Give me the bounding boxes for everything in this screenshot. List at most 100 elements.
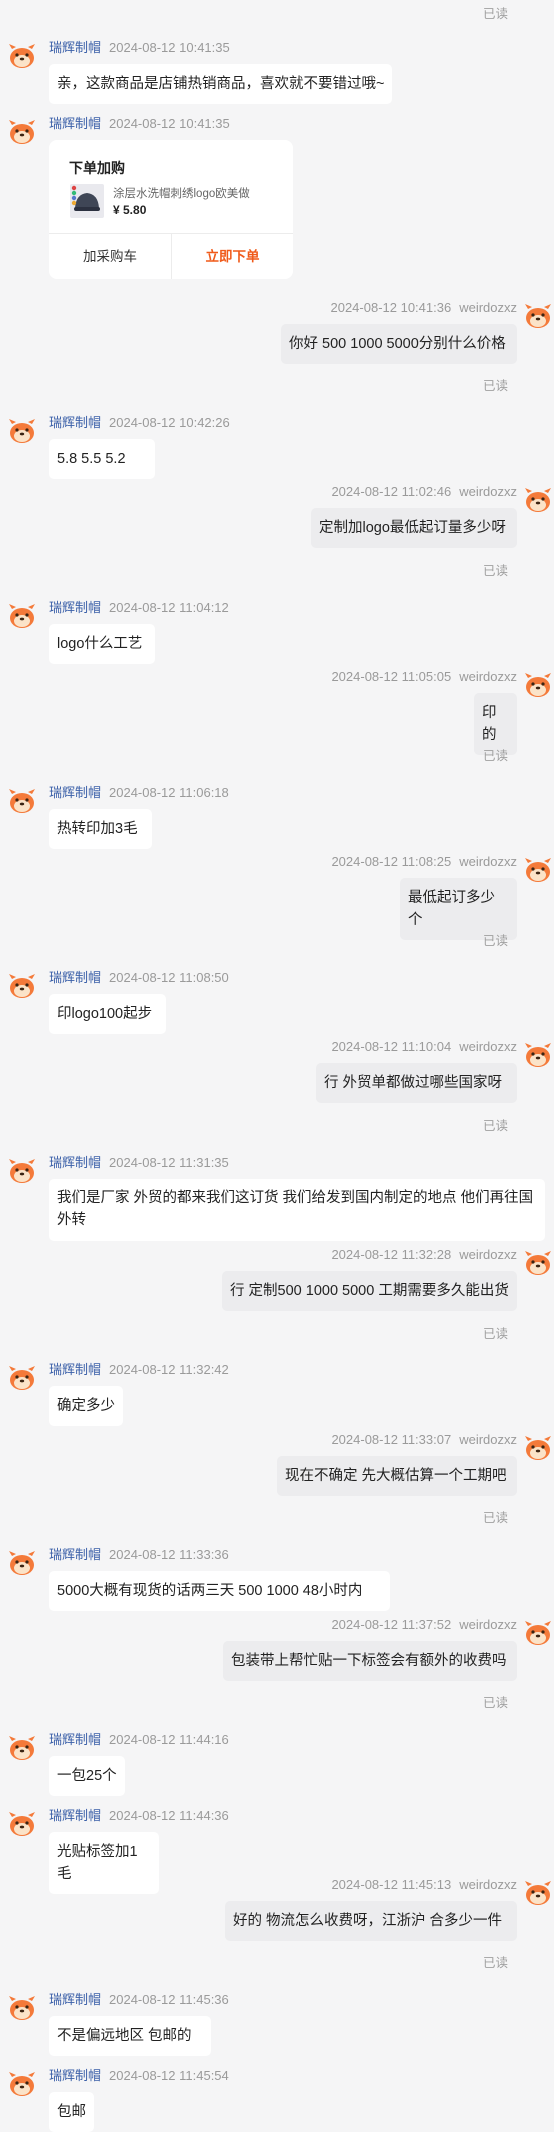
order-card[interactable]: 下单加购 涂层水洗帽刺绣logo欧美做 ¥ 5.80 加采购车 立即下单	[49, 140, 293, 279]
timestamp: 2024-08-12 11:10:04	[331, 1039, 452, 1054]
read-status: 已读	[482, 7, 508, 21]
avatar[interactable]	[7, 2068, 37, 2098]
avatar[interactable]	[523, 1039, 553, 1069]
avatar[interactable]	[7, 1992, 37, 2022]
avatar[interactable]	[7, 1808, 37, 1838]
avatar[interactable]	[7, 600, 37, 630]
message-meta: 瑞辉制帽 2024-08-12 11:33:36	[49, 1547, 229, 1563]
message-meta: 瑞辉制帽 2024-08-12 10:42:26	[49, 415, 230, 431]
message-bubble[interactable]: 印logo100起步	[49, 994, 166, 1034]
message-meta: 瑞辉制帽 2024-08-12 11:44:36	[49, 1808, 229, 1824]
message-bubble[interactable]: 行 定制500 1000 5000 工期需要多久能出货	[222, 1271, 517, 1311]
sender-name[interactable]: 瑞辉制帽	[49, 1992, 101, 2007]
message-bubble[interactable]: 确定多少	[49, 1386, 123, 1426]
message-meta: 瑞辉制帽 2024-08-12 11:44:16	[49, 1732, 229, 1748]
message-bubble[interactable]: 最低起订多少个	[400, 878, 517, 940]
sender-name[interactable]: weirdozxz	[459, 1877, 517, 1892]
add-to-cart-button[interactable]: 加采购车	[49, 234, 171, 279]
sender-name[interactable]: weirdozxz	[459, 854, 517, 869]
sender-name[interactable]: weirdozxz	[459, 300, 517, 315]
sender-name[interactable]: 瑞辉制帽	[49, 2068, 101, 2083]
avatar[interactable]	[7, 1362, 37, 1392]
sender-name[interactable]: 瑞辉制帽	[49, 1362, 101, 1377]
message-meta: 2024-08-12 11:08:25 weirdozxz	[331, 854, 517, 870]
message-meta: 2024-08-12 11:33:07 weirdozxz	[331, 1432, 517, 1448]
sender-name[interactable]: 瑞辉制帽	[49, 970, 101, 985]
avatar[interactable]	[7, 40, 37, 70]
message-bubble[interactable]: 包装带上帮忙贴一下标签会有额外的收费吗	[223, 1641, 517, 1681]
avatar[interactable]	[7, 785, 37, 815]
read-status: 已读	[482, 379, 508, 393]
message-bubble[interactable]: 我们是厂家 外贸的都来我们这订货 我们给发到国内制定的地点 他们再往国外转	[49, 1179, 545, 1241]
avatar[interactable]	[523, 1432, 553, 1462]
sender-name[interactable]: 瑞辉制帽	[49, 40, 101, 55]
sender-name[interactable]: 瑞辉制帽	[49, 785, 101, 800]
timestamp: 2024-08-12 11:33:36	[109, 1547, 229, 1562]
avatar[interactable]	[523, 1617, 553, 1647]
sender-name[interactable]: weirdozxz	[459, 1432, 517, 1447]
message-meta: 瑞辉制帽 2024-08-12 10:41:35	[49, 40, 230, 56]
message-bubble[interactable]: 热转印加3毛	[49, 809, 152, 849]
message-bubble[interactable]: 你好 500 1000 5000分别什么价格	[281, 324, 517, 364]
avatar[interactable]	[7, 1732, 37, 1762]
avatar[interactable]	[523, 669, 553, 699]
sender-name[interactable]: 瑞辉制帽	[49, 116, 101, 131]
message-bubble[interactable]: 不是偏远地区 包邮的	[49, 2016, 211, 2056]
sender-name[interactable]: weirdozxz	[459, 484, 517, 499]
timestamp: 2024-08-12 11:45:13	[331, 1877, 452, 1892]
avatar[interactable]	[523, 1877, 553, 1907]
message-bubble[interactable]: 现在不确定 先大概估算一个工期吧	[277, 1456, 517, 1496]
message-bubble[interactable]: 印的	[474, 693, 517, 755]
sender-name[interactable]: weirdozxz	[459, 1617, 517, 1632]
sender-name[interactable]: 瑞辉制帽	[49, 415, 101, 430]
sender-name[interactable]: weirdozxz	[459, 1039, 517, 1054]
sender-name[interactable]: 瑞辉制帽	[49, 1732, 101, 1747]
product-name[interactable]: 涂层水洗帽刺绣logo欧美做	[113, 185, 250, 201]
product-thumbnail[interactable]	[70, 184, 104, 218]
timestamp: 2024-08-12 11:37:52	[331, 1617, 452, 1632]
message-meta: 2024-08-12 11:37:52 weirdozxz	[331, 1617, 517, 1633]
avatar[interactable]	[7, 415, 37, 445]
message-meta: 瑞辉制帽 2024-08-12 11:32:42	[49, 1362, 229, 1378]
timestamp: 2024-08-12 11:31:35	[109, 1155, 229, 1170]
message-bubble[interactable]: 一包25个	[49, 1756, 125, 1796]
timestamp: 2024-08-12 11:44:16	[109, 1732, 229, 1747]
message-bubble[interactable]: 定制加logo最低起订量多少呀	[311, 508, 517, 548]
message-bubble[interactable]: 行 外贸单都做过哪些国家呀	[316, 1063, 517, 1103]
message-bubble[interactable]: 好的 物流怎么收费呀，江浙沪 合多少一件	[225, 1901, 517, 1941]
read-status: 已读	[482, 1956, 508, 1970]
timestamp: 2024-08-12 11:04:12	[109, 600, 229, 615]
message-bubble[interactable]: logo什么工艺	[49, 624, 155, 664]
avatar[interactable]	[7, 1155, 37, 1185]
sender-name[interactable]: 瑞辉制帽	[49, 1808, 101, 1823]
message-bubble[interactable]: 亲，这款商品是店铺热销商品，喜欢就不要错过哦~	[49, 64, 393, 104]
message-meta: 2024-08-12 11:10:04 weirdozxz	[331, 1039, 517, 1055]
avatar[interactable]	[7, 1547, 37, 1577]
timestamp: 2024-08-12 11:02:46	[331, 484, 452, 499]
avatar[interactable]	[7, 116, 37, 146]
message-meta: 瑞辉制帽 2024-08-12 10:41:35	[49, 116, 230, 132]
product-price: ¥ 5.80	[113, 203, 147, 217]
avatar[interactable]	[7, 970, 37, 1000]
message-meta: 瑞辉制帽 2024-08-12 11:04:12	[49, 600, 229, 616]
message-bubble[interactable]: 5000大概有现货的话两三天 500 1000 48小时内	[49, 1571, 390, 1611]
avatar[interactable]	[523, 854, 553, 884]
sender-name[interactable]: 瑞辉制帽	[49, 1155, 101, 1170]
timestamp: 2024-08-12 11:32:28	[331, 1247, 452, 1262]
avatar[interactable]	[523, 1247, 553, 1277]
timestamp: 2024-08-12 11:45:54	[109, 2068, 229, 2083]
sender-name[interactable]: weirdozxz	[459, 1247, 517, 1262]
timestamp: 2024-08-12 11:06:18	[109, 785, 229, 800]
avatar[interactable]	[523, 484, 553, 514]
message-bubble[interactable]: 光贴标签加1毛	[49, 1832, 159, 1894]
timestamp: 2024-08-12 11:44:36	[109, 1808, 229, 1823]
message-bubble[interactable]: 5.8 5.5 5.2	[49, 439, 155, 479]
timestamp: 2024-08-12 10:41:35	[109, 40, 230, 55]
sender-name[interactable]: 瑞辉制帽	[49, 1547, 101, 1562]
message-meta: 瑞辉制帽 2024-08-12 11:31:35	[49, 1155, 229, 1171]
message-bubble[interactable]: 包邮	[49, 2092, 94, 2132]
avatar[interactable]	[523, 300, 553, 330]
buy-now-button[interactable]: 立即下单	[172, 234, 293, 279]
sender-name[interactable]: weirdozxz	[459, 669, 517, 684]
sender-name[interactable]: 瑞辉制帽	[49, 600, 101, 615]
